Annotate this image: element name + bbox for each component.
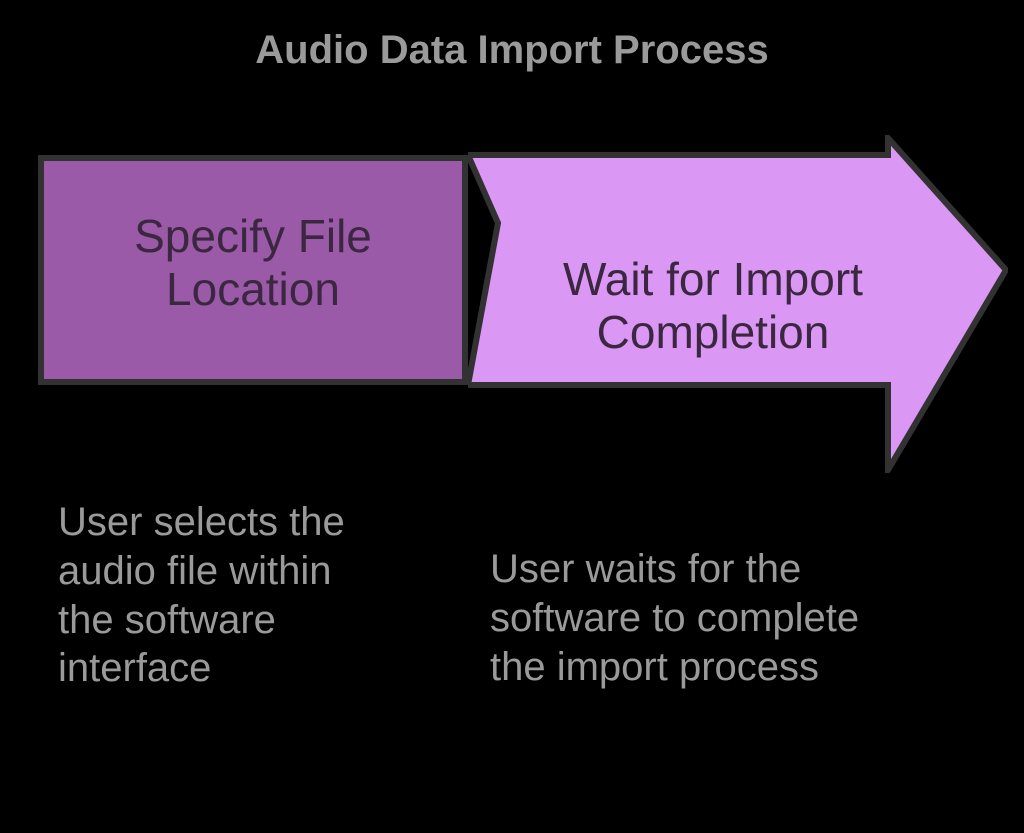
step1-description: User selects the audio file within the s…	[58, 498, 398, 693]
step1-label: Specify File Location	[68, 210, 438, 316]
diagram-title: Audio Data Import Process	[0, 28, 1024, 73]
process-diagram: Specify File Location Wait for Import Co…	[38, 135, 1008, 475]
step2-description: User waits for the software to complete …	[490, 545, 880, 691]
step2-label: Wait for Import Completion	[518, 253, 908, 359]
